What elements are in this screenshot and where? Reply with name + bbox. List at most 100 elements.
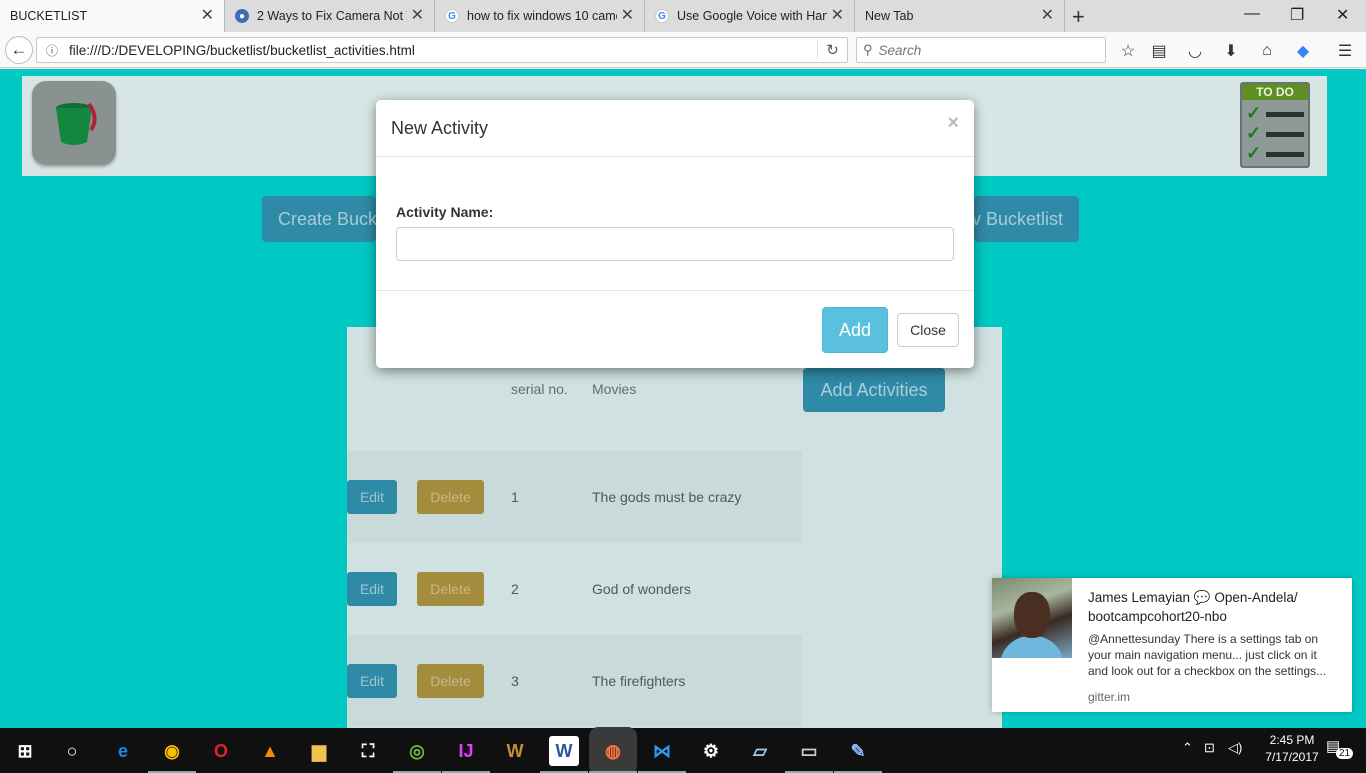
todo-line — [1266, 152, 1304, 157]
taskbar: ⊞ ○ e ◉ O ▲ ▆ ⛶ ◎ IJ W W ◍ ⋈ ⚙ ▱ ▭ ✎ ⌃ ⊡… — [0, 728, 1366, 773]
modal-header: New Activity × — [376, 100, 974, 157]
notification-title: James Lemayian 💬 Open-Andela/ bootcampco… — [1088, 590, 1298, 624]
close-button[interactable]: Close — [897, 313, 959, 347]
info-icon[interactable]: ⓘ — [41, 42, 63, 59]
notification-source: gitter.im — [1088, 690, 1131, 704]
edit-button[interactable]: Edit — [347, 480, 397, 514]
close-icon[interactable]: × — [947, 112, 959, 135]
row-serial: 1 — [511, 489, 519, 505]
tab-title: 2 Ways to Fix Camera Not W — [257, 9, 407, 23]
bucket-logo-icon[interactable] — [32, 81, 116, 165]
create-bucketlist-button[interactable]: Create Buck — [262, 196, 376, 242]
network-icon[interactable]: ⊡ — [1204, 740, 1215, 756]
tab-title: Use Google Voice with Hang — [677, 9, 827, 23]
delete-button[interactable]: Delete — [417, 572, 484, 606]
table-row: Edit Delete 2 God of wonders — [347, 543, 802, 635]
file-explorer-icon[interactable]: ▆ — [304, 736, 334, 766]
windows-start-icon[interactable]: ⊞ — [10, 736, 40, 766]
google-icon: G — [445, 9, 459, 23]
todo-line — [1266, 132, 1304, 137]
avatar-shirt — [1000, 636, 1064, 658]
row-name: The firefighters — [592, 673, 686, 689]
bucket-icon — [56, 102, 97, 145]
add-button[interactable]: Add — [822, 307, 888, 353]
window-close-icon[interactable]: ✕ — [1336, 5, 1349, 25]
reading-list-icon[interactable]: ▤ — [1148, 40, 1170, 62]
notepad-icon[interactable]: ▱ — [745, 736, 775, 766]
volume-icon[interactable]: ◁) — [1228, 740, 1242, 756]
notification-toast[interactable]: James Lemayian 💬 Open-Andela/ bootcampco… — [992, 578, 1352, 712]
word-icon[interactable]: W — [540, 736, 588, 773]
table-row: Edit Delete 1 The gods must be crazy — [347, 451, 802, 543]
delete-button[interactable]: Delete — [417, 664, 484, 698]
firefox-icon[interactable]: ◍ — [589, 736, 637, 773]
edit-button[interactable]: Edit — [347, 664, 397, 698]
cortana-icon[interactable]: ○ — [57, 736, 87, 766]
home-icon[interactable]: ⌂ — [1256, 40, 1278, 62]
row-name: God of wonders — [592, 581, 691, 597]
tab-camera-fix[interactable]: ● 2 Ways to Fix Camera Not W ✕ — [225, 0, 435, 32]
menu-icon[interactable]: ☰ — [1334, 40, 1356, 62]
intellij-icon[interactable]: IJ — [442, 736, 490, 773]
opera-icon[interactable]: O — [206, 736, 236, 766]
pocket-icon[interactable]: ◡ — [1184, 40, 1206, 62]
address-bar[interactable]: ⓘ file:///D:/DEVELOPING/bucketlist/bucke… — [36, 37, 848, 63]
minimize-icon[interactable]: — — [1244, 5, 1260, 23]
notification-body: @Annettesunday There is a settings tab o… — [1088, 632, 1327, 678]
new-tab-plus-icon[interactable]: + — [1072, 4, 1085, 30]
close-tab-icon[interactable]: ✕ — [621, 8, 634, 24]
tab-title: BUCKETLIST — [10, 9, 88, 23]
tab-bucketlist[interactable]: BUCKETLIST ✕ — [0, 0, 225, 32]
google-icon: G — [655, 9, 669, 23]
view-bucketlist-button[interactable]: v Bucketlist — [974, 196, 1079, 242]
url-text[interactable]: file:///D:/DEVELOPING/bucketlist/bucketl… — [63, 43, 817, 58]
arrow-left-icon: ← — [10, 40, 28, 59]
download-icon[interactable]: ⬇ — [1220, 40, 1242, 62]
delete-button[interactable]: Delete — [417, 480, 484, 514]
avatar — [992, 578, 1072, 658]
chevron-up-icon[interactable]: ⌃ — [1182, 740, 1193, 756]
check-icon: ✓ — [1246, 103, 1262, 123]
chrome-icon[interactable]: ◉ — [148, 736, 196, 773]
android-studio-icon[interactable]: ◎ — [393, 736, 441, 773]
tab-google-search[interactable]: G how to fix windows 10 came ✕ — [435, 0, 645, 32]
back-button[interactable]: ← — [5, 36, 33, 64]
edge-icon[interactable]: e — [108, 736, 138, 766]
tab-new-tab[interactable]: New Tab ✕ — [855, 0, 1065, 32]
edit-button[interactable]: Edit — [347, 572, 397, 606]
tab-title: New Tab — [865, 9, 914, 23]
search-box[interactable]: ⚲ — [856, 37, 1106, 63]
todo-line — [1266, 112, 1304, 117]
extension-icon[interactable]: ◆ — [1292, 40, 1314, 62]
command-prompt-icon[interactable]: ▭ — [785, 736, 833, 773]
vscode-icon[interactable]: ⋈ — [638, 736, 686, 773]
bookmark-star-icon[interactable]: ☆ — [1117, 40, 1139, 62]
clock-time: 2:45 PM — [1269, 733, 1315, 747]
tab-google-voice[interactable]: G Use Google Voice with Hang ✕ — [645, 0, 855, 32]
close-tab-icon[interactable]: ✕ — [201, 8, 214, 24]
tab-title: how to fix windows 10 came — [467, 9, 617, 23]
notification-count-badge: 21 — [1336, 748, 1354, 759]
add-activities-button[interactable]: Add Activities — [803, 368, 945, 412]
activity-name-input[interactable] — [396, 227, 954, 261]
close-tab-icon[interactable]: ✕ — [1041, 8, 1054, 24]
todo-title: TO DO — [1242, 84, 1308, 100]
settings-gear-icon[interactable]: ⚙ — [696, 736, 726, 766]
row-serial: 2 — [511, 581, 519, 597]
restore-icon[interactable]: ❐ — [1290, 5, 1304, 25]
store-icon[interactable]: ⛶ — [353, 736, 383, 766]
search-input[interactable] — [878, 42, 1079, 58]
system-clock[interactable]: 2:45 PM 7/17/2017 — [1262, 732, 1322, 766]
serial-header: serial no. — [511, 381, 568, 397]
modal-title: New Activity — [391, 118, 489, 138]
vlc-icon[interactable]: ▲ — [255, 736, 285, 766]
wampserver-icon[interactable]: W — [500, 736, 530, 766]
modal-body: Activity Name: — [376, 157, 974, 291]
reload-icon[interactable]: ↻ — [817, 41, 847, 59]
search-icon: ⚲ — [863, 42, 873, 57]
close-tab-icon[interactable]: ✕ — [831, 8, 844, 24]
clock-date: 7/17/2017 — [1265, 750, 1319, 764]
paint-icon[interactable]: ✎ — [834, 736, 882, 773]
close-tab-icon[interactable]: ✕ — [411, 8, 424, 24]
navigation-toolbar: ← ⓘ file:///D:/DEVELOPING/bucketlist/buc… — [0, 32, 1366, 68]
